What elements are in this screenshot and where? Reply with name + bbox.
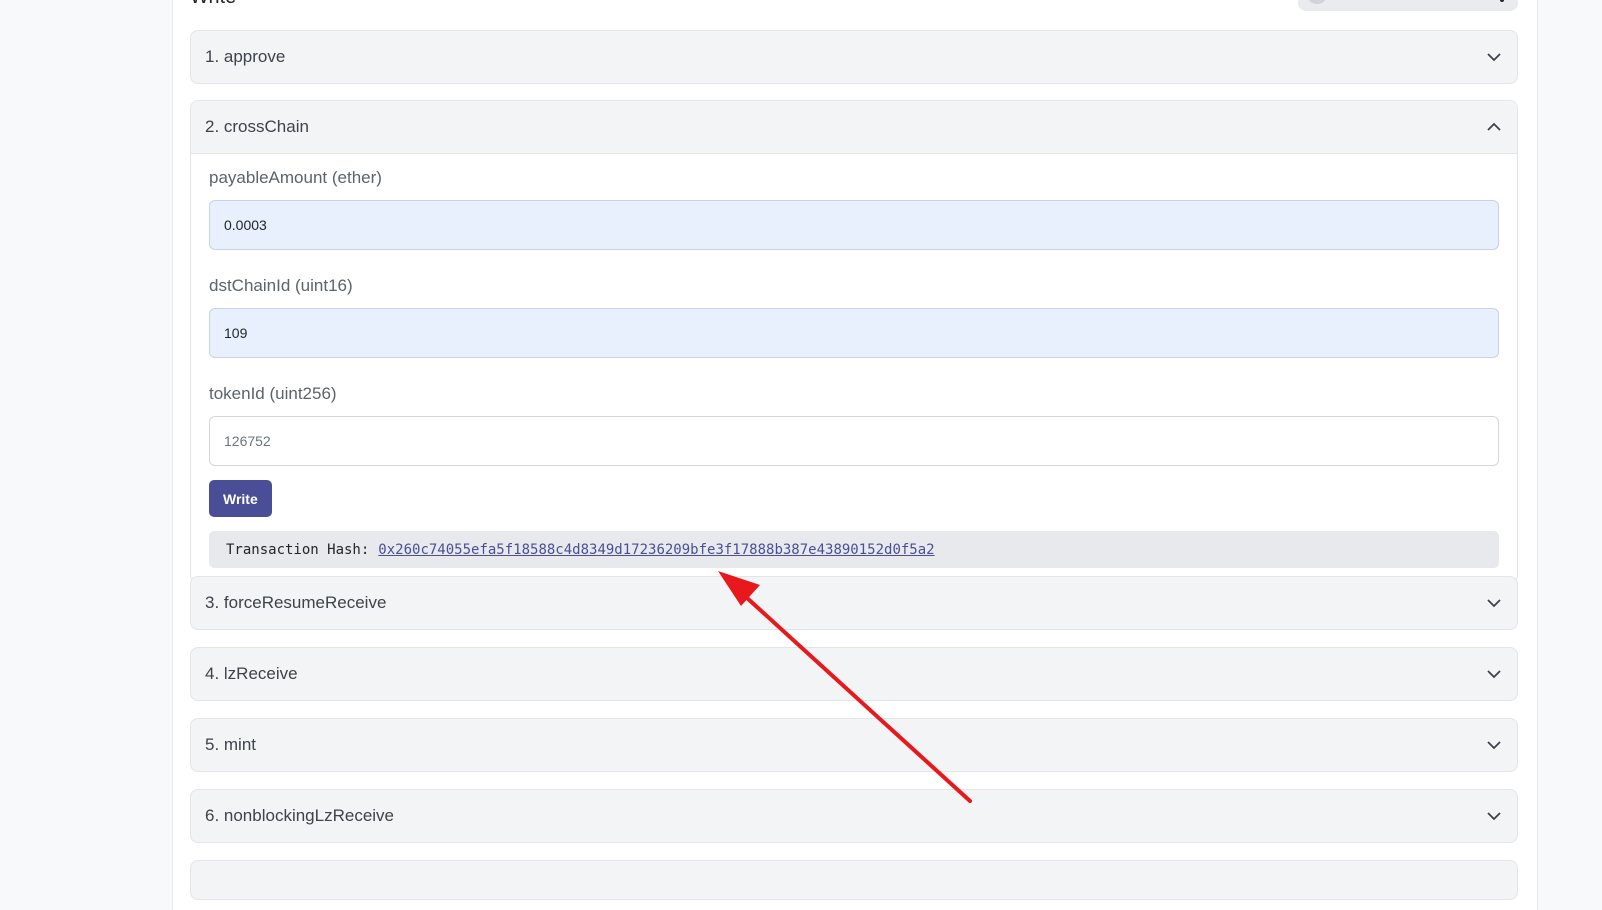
- chevron-down-icon: [1487, 741, 1501, 750]
- accordion-header[interactable]: 3. forceResumeReceive: [191, 577, 1517, 629]
- dst-chain-id-input[interactable]: [209, 308, 1499, 358]
- accordion-header[interactable]: 2. crossChain: [191, 101, 1517, 154]
- function-approve[interactable]: 1. approve: [190, 30, 1518, 84]
- payable-amount-input[interactable]: [209, 200, 1499, 250]
- more-icon[interactable]: [1500, 0, 1504, 2]
- function-label: 3. forceResumeReceive: [205, 593, 387, 612]
- function-label: 1. approve: [205, 47, 286, 66]
- payable-amount-label: payableAmount (ether): [209, 168, 382, 187]
- function-label: 4. lzReceive: [205, 664, 298, 683]
- transaction-hash-box: Transaction Hash: 0x260c74055efa5f18588c…: [209, 531, 1499, 568]
- connect-wallet-widget[interactable]: [1298, 0, 1518, 11]
- section-title: Write: [190, 0, 236, 9]
- transaction-hash-label: Transaction Hash:: [226, 541, 370, 558]
- transaction-hash-link[interactable]: 0x260c74055efa5f18588c4d8349d17236209bfe…: [378, 542, 934, 558]
- wallet-icon: [1308, 0, 1326, 4]
- accordion-header[interactable]: 6. nonblockingLzReceive: [191, 790, 1517, 842]
- accordion-header[interactable]: 1. approve: [191, 31, 1517, 83]
- function-form: payableAmount (ether) dstChainId (uint16…: [191, 154, 1517, 582]
- dst-chain-id-label: dstChainId (uint16): [209, 276, 353, 295]
- token-id-input[interactable]: [209, 416, 1499, 466]
- write-button[interactable]: Write: [209, 480, 272, 517]
- chevron-down-icon: [1487, 670, 1501, 679]
- function-nonblocking-lz-receive[interactable]: 6. nonblockingLzReceive: [190, 789, 1518, 843]
- accordion-header[interactable]: 5. mint: [191, 719, 1517, 771]
- function-next[interactable]: [190, 860, 1518, 900]
- function-label: 2. crossChain: [205, 117, 309, 136]
- chevron-down-icon: [1487, 812, 1501, 821]
- function-force-resume-receive[interactable]: 3. forceResumeReceive: [190, 576, 1518, 630]
- chevron-down-icon: [1487, 53, 1501, 62]
- function-lz-receive[interactable]: 4. lzReceive: [190, 647, 1518, 701]
- function-label: 5. mint: [205, 735, 257, 754]
- token-id-label: tokenId (uint256): [209, 384, 337, 403]
- function-crosschain: 2. crossChain payableAmount (ether) dstC…: [190, 100, 1518, 583]
- chevron-up-icon: [1487, 122, 1501, 131]
- accordion-header[interactable]: 4. lzReceive: [191, 648, 1517, 700]
- function-mint[interactable]: 5. mint: [190, 718, 1518, 772]
- function-label: 6. nonblockingLzReceive: [205, 806, 395, 825]
- chevron-down-icon: [1487, 599, 1501, 608]
